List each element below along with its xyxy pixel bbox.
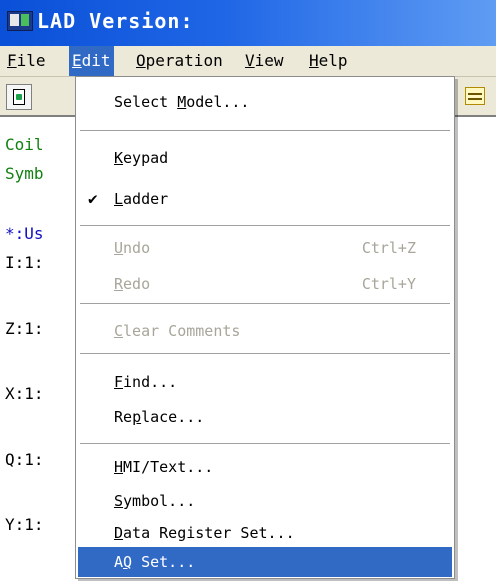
checkmark-icon: ✔ [88,189,98,208]
menu-item-hmi-text[interactable]: HMI/Text... [78,452,452,482]
menu-separator [80,443,450,445]
menu-item-find[interactable]: Find... [78,367,452,397]
editor-line: Coil [5,135,44,154]
title-bar: LAD Version: [0,0,496,46]
undo-shortcut: Ctrl+Z [361,239,416,257]
menu-bar: File Edit Operation View Help [0,46,496,77]
menu-separator [80,303,450,305]
editor-line: Symb [5,164,44,183]
menu-file[interactable]: File [4,46,49,76]
menu-item-undo[interactable]: Undo Ctrl+Z [78,233,452,263]
menu-item-aq-set[interactable]: AQ Set... [78,547,452,577]
menu-edit[interactable]: Edit [69,46,114,76]
menu-item-select-model[interactable]: Select Model... [78,87,452,117]
editor-line: X:1: [5,384,44,403]
window-title: LAD Version: [37,9,194,33]
select-model-button[interactable] [6,84,32,110]
menu-separator [80,225,450,227]
edit-menu-dropdown: Select Model... Keypad ✔ Ladder Undo Ctr… [75,76,455,579]
lad-app-icon[interactable] [7,11,33,31]
menu-view[interactable]: View [242,46,287,76]
menu-item-ladder[interactable]: ✔ Ladder [78,184,452,214]
editor-line: Y:1: [5,515,44,534]
menu-item-clear-comments[interactable]: Clear Comments [78,316,452,346]
ladder-view-button[interactable] [463,84,489,110]
menu-help[interactable]: Help [306,46,351,76]
menu-separator [80,353,450,355]
editor-line: I:1: [5,253,44,272]
editor-line: Z:1: [5,319,44,338]
menu-separator [80,130,450,132]
redo-shortcut: Ctrl+Y [361,275,416,293]
editor-line: Q:1: [5,450,44,469]
editor-line: *:Us [5,224,44,243]
menu-item-replace[interactable]: Replace... [78,402,452,432]
menu-item-symbol[interactable]: Symbol... [78,486,452,516]
ladder-icon [465,87,485,105]
model-icon [13,89,25,105]
menu-operation[interactable]: Operation [133,46,226,76]
menu-item-redo[interactable]: Redo Ctrl+Y [78,269,452,299]
menu-item-data-register-set[interactable]: Data Register Set... [78,518,452,548]
menu-item-keypad[interactable]: Keypad [78,143,452,173]
